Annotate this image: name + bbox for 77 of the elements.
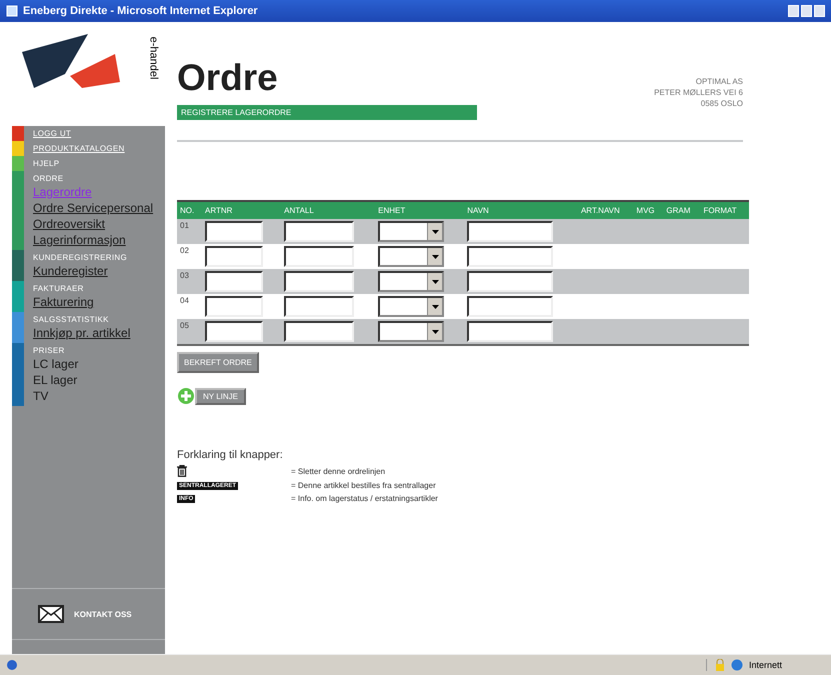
legend-title: Forklaring til knapper: [177, 449, 284, 461]
column-header: ENHET [375, 201, 464, 219]
caret-icon [432, 330, 439, 334]
sidebar-link[interactable]: Lagerinformasjon [33, 233, 154, 247]
sidebar-heading: FAKTURAER [33, 284, 85, 293]
caret-icon [432, 304, 439, 308]
page-icon [6, 659, 18, 671]
artnr-field[interactable] [205, 321, 264, 342]
legend-text: = Denne artikkel bestilles fra sentrallager [291, 481, 436, 490]
quantity-field[interactable] [284, 221, 354, 242]
sidebar-item[interactable]: EL lager [33, 373, 78, 387]
column-header: FORMAT [700, 201, 749, 219]
name-field[interactable] [467, 221, 554, 242]
column-header: GRAM [663, 201, 700, 219]
quantity-field[interactable] [284, 296, 354, 317]
artnr-field[interactable] [205, 246, 264, 267]
add-line-button[interactable]: NY LINJE [195, 388, 246, 404]
quantity-field[interactable] [284, 321, 354, 342]
zone-label: Internett [749, 660, 782, 670]
column-header: ART.NAVN [578, 201, 634, 219]
column-header: NAVN [464, 201, 578, 219]
sidebar-link[interactable]: Ordreoversikt [33, 217, 154, 231]
name-field[interactable] [467, 246, 554, 267]
legend-text: = Sletter denne ordrelinjen [291, 466, 386, 476]
row-number: 01 [180, 221, 189, 230]
row-number: 04 [180, 296, 189, 305]
sidebar-item[interactable]: TV [33, 389, 78, 403]
address-line: PETER MØLLERS VEI 6 [654, 88, 743, 97]
window-title: Eneberg Direkte - Microsoft Internet Explorer [23, 5, 258, 17]
sidebar-link[interactable]: Fakturering [33, 295, 94, 309]
section-bar: REGISTRERE LAGERORDRE [177, 105, 477, 120]
sidebar-heading[interactable]: PRODUKTKATALOGEN [33, 144, 125, 153]
sidebar-heading[interactable]: LOGG UT [33, 129, 72, 138]
contact-button[interactable]: KONTAKT OSS [12, 588, 165, 640]
address-line: OPTIMAL AS [696, 77, 743, 86]
artnr-field[interactable] [205, 296, 264, 317]
unit-dropdown[interactable] [378, 321, 444, 342]
column-header: ANTALL [281, 201, 376, 219]
browser-icon [6, 5, 18, 17]
unit-dropdown[interactable] [378, 246, 444, 267]
confirm-order-button[interactable]: BEKREFT ORDRE [177, 352, 259, 373]
sidebar-heading: HJELP [33, 159, 60, 168]
caret-icon [432, 280, 439, 284]
artnr-field[interactable] [205, 271, 264, 292]
name-field[interactable] [467, 296, 554, 317]
sidebar-heading: KUNDEREGISTRERING [33, 253, 127, 262]
unit-dropdown[interactable] [378, 221, 444, 242]
globe-icon [731, 659, 743, 671]
sidebar-heading: SALGSSTATISTIKK [33, 315, 110, 324]
row-number: 05 [180, 321, 189, 330]
column-header: NO. [177, 201, 202, 219]
unit-dropdown[interactable] [378, 296, 444, 317]
quantity-field[interactable] [284, 271, 354, 292]
name-field[interactable] [467, 321, 554, 342]
envelope-icon [38, 605, 64, 623]
name-field[interactable] [467, 271, 554, 292]
artnr-field[interactable] [205, 221, 264, 242]
trash-icon [177, 465, 187, 477]
sidebar-link[interactable]: Innkjøp pr. artikkel [33, 326, 130, 340]
column-header: ARTNR [202, 201, 282, 219]
caret-icon [432, 230, 439, 234]
row-number: 02 [180, 246, 189, 255]
address-line: 0585 OSLO [700, 99, 743, 108]
logo-text: e-handel [148, 36, 160, 80]
unit-dropdown[interactable] [378, 271, 444, 292]
quantity-field[interactable] [284, 246, 354, 267]
sidebar-link[interactable]: Kunderegister [33, 264, 127, 278]
sidebar-item[interactable]: LC lager [33, 357, 78, 371]
caret-icon [432, 254, 439, 258]
page-title: Ordre [177, 57, 279, 99]
sidebar-link[interactable]: Ordre Servicepersonal [33, 201, 154, 215]
legend-text: = Info. om lagerstatus / erstatningsartikler [291, 494, 438, 503]
lock-icon [715, 659, 725, 671]
sidebar-heading: ORDRE [33, 174, 64, 183]
sidebar-heading: PRISER [33, 346, 66, 355]
column-header: MVG [633, 201, 664, 219]
row-number: 03 [180, 271, 189, 280]
